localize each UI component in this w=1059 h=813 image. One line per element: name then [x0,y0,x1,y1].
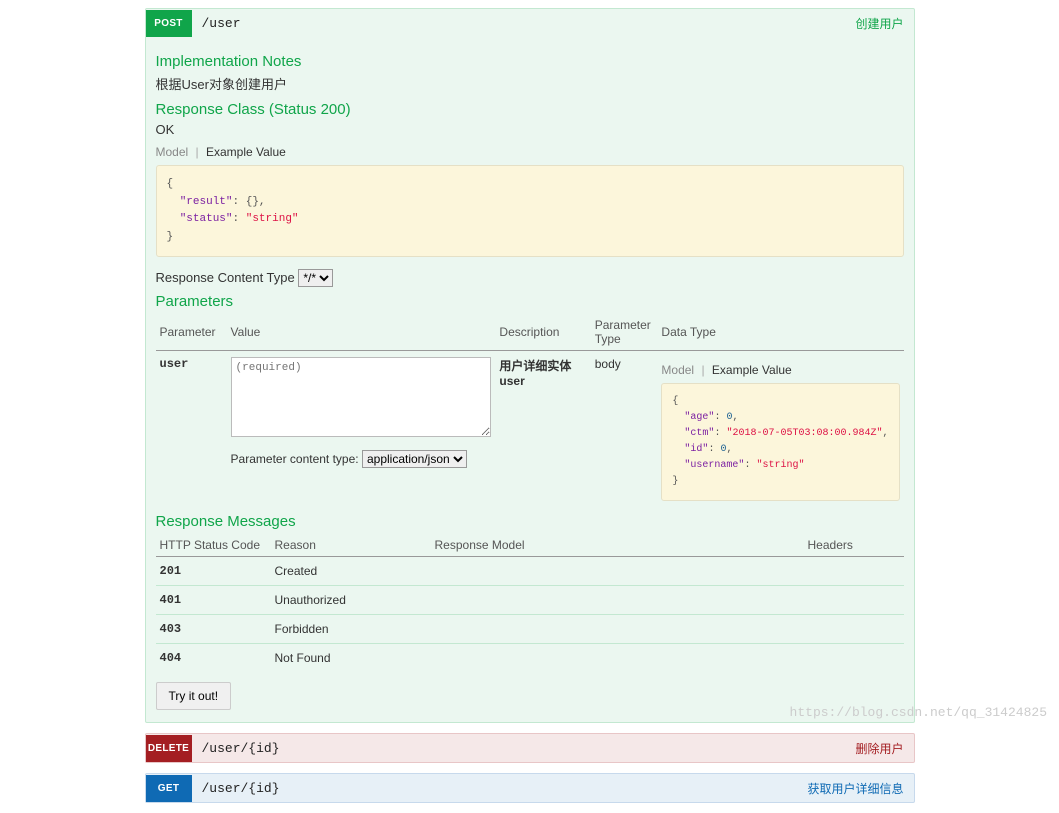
operation-header[interactable]: DELETE /user/{id} 删除用户 [146,734,914,762]
parameters-table: Parameter Value Description Parameter Ty… [156,314,904,507]
response-class-heading: Response Class (Status 200) [156,101,904,118]
operation-get-user-id: GET /user/{id} 获取用户详细信息 [145,773,915,803]
response-messages-table: HTTP Status Code Reason Response Model H… [156,534,904,672]
status-reason: Not Found [271,644,431,673]
response-row: 403 Forbidden [156,615,904,644]
status-reason: Forbidden [271,615,431,644]
operation-post-user: POST /user 创建用户 Implementation Notes 根据U… [145,8,915,723]
col-response-model: Response Model [431,534,804,557]
datatype-tabs: Model | Example Value [661,363,899,377]
col-headers: Headers [804,534,904,557]
model-example-tabs: Model | Example Value [156,145,904,159]
parameter-type: body [591,351,658,508]
datatype-example-code[interactable]: { "age": 0, "ctm": "2018-07-05T03:08:00.… [661,383,899,501]
response-row: 201 Created [156,557,904,586]
parameter-name: user [156,351,227,508]
status-code: 401 [156,586,271,615]
endpoint-summary: 删除用户 [855,740,913,757]
endpoint-path: /user [192,16,856,31]
parameter-row: user Parameter content type: application… [156,351,904,508]
parameters-heading: Parameters [156,293,904,310]
tab-separator: | [192,145,203,159]
tab-model[interactable]: Model [156,145,189,159]
col-http-status: HTTP Status Code [156,534,271,557]
col-parameter: Parameter [156,314,227,351]
response-content-type-label: Response Content Type [156,270,295,285]
response-row: 404 Not Found [156,644,904,673]
parameter-description: 用户详细实体user [495,351,590,508]
datatype-tab-model[interactable]: Model [661,363,694,377]
tab-example-value[interactable]: Example Value [206,145,286,159]
status-code: 404 [156,644,271,673]
endpoint-path: /user/{id} [192,741,856,756]
response-content-type-row: Response Content Type */* [156,269,904,287]
status-code: 403 [156,615,271,644]
method-badge: GET [146,775,192,802]
response-class-text: OK [156,122,904,137]
parameter-content-type-label: Parameter content type: [231,452,359,466]
status-reason: Created [271,557,431,586]
parameter-value-textarea[interactable] [231,357,491,437]
col-data-type: Data Type [657,314,903,351]
col-value: Value [227,314,496,351]
method-badge: POST [146,10,192,37]
parameter-content-type-select[interactable]: application/json [362,450,467,468]
status-reason: Unauthorized [271,586,431,615]
endpoint-path: /user/{id} [192,781,808,796]
implementation-notes-text: 根据User对象创建用户 [156,74,904,93]
endpoint-summary: 获取用户详细信息 [807,780,913,797]
method-badge: DELETE [146,735,192,762]
response-messages-heading: Response Messages [156,513,904,530]
datatype-tab-example[interactable]: Example Value [712,363,792,377]
operation-body: Implementation Notes 根据User对象创建用户 Respon… [146,37,914,722]
try-it-out-button[interactable]: Try it out! [156,682,232,710]
implementation-notes-heading: Implementation Notes [156,53,904,70]
endpoint-summary: 创建用户 [855,15,913,32]
response-row: 401 Unauthorized [156,586,904,615]
col-reason: Reason [271,534,431,557]
operation-header[interactable]: GET /user/{id} 获取用户详细信息 [146,774,914,802]
tab-separator: | [697,363,708,377]
col-parameter-type: Parameter Type [591,314,658,351]
status-code: 201 [156,557,271,586]
col-description: Description [495,314,590,351]
operation-header[interactable]: POST /user 创建用户 [146,9,914,37]
operation-delete-user-id: DELETE /user/{id} 删除用户 [145,733,915,763]
response-example-code[interactable]: { "result": {}, "status": "string" } [156,165,904,257]
response-content-type-select[interactable]: */* [298,269,333,287]
